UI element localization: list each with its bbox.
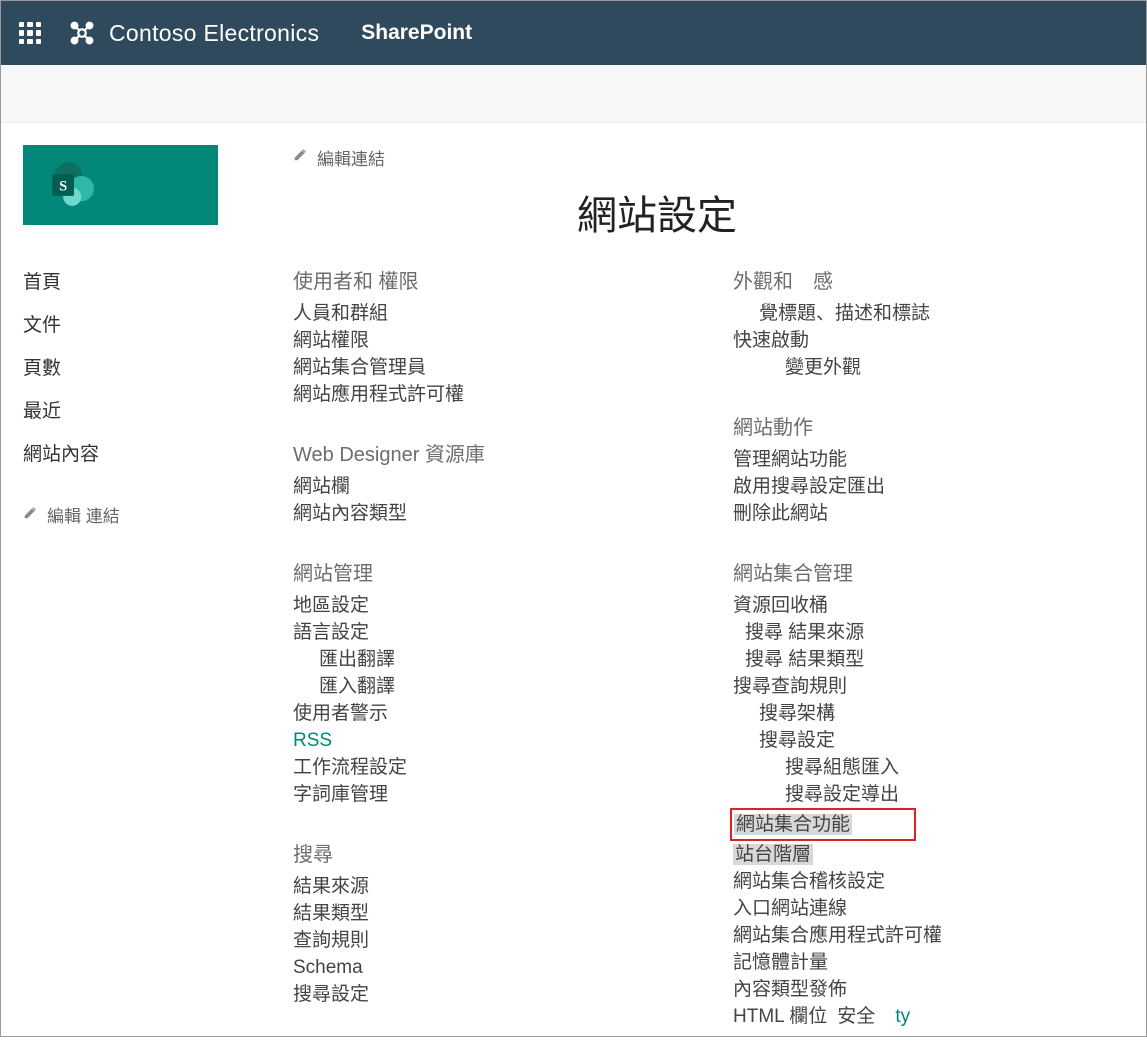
sharepoint-label[interactable]: SharePoint bbox=[361, 21, 472, 45]
site-logo[interactable]: S bbox=[23, 145, 218, 225]
settings-link[interactable]: 使用者警示 bbox=[293, 700, 703, 727]
settings-link[interactable]: 網站應用程式許可權 bbox=[293, 381, 703, 408]
settings-link[interactable]: 匯入翻譯 bbox=[293, 673, 703, 700]
settings-col-right: 外觀和 感覺標題、描述和標誌快速啟動變更外觀網站動作管理網站功能啟用搜尋設定匯出… bbox=[733, 265, 1113, 1060]
settings-link[interactable]: 搜尋查詢規則 bbox=[733, 673, 1113, 700]
settings-link[interactable]: 網站集合管理員 bbox=[293, 354, 703, 381]
sharepoint-icon: S bbox=[45, 156, 103, 214]
settings-link[interactable]: 變更外觀 bbox=[733, 354, 1113, 381]
suite-bar: Contoso Electronics SharePoint bbox=[1, 1, 1146, 65]
settings-category-header: 網站動作 bbox=[733, 411, 1113, 440]
ql-edit-links-label: 編輯 連結 bbox=[47, 502, 120, 527]
settings-category-header: 使用者和 權限 bbox=[293, 265, 703, 294]
page-title: 網站設定 bbox=[577, 183, 1146, 241]
settings-link[interactable]: 結果來源 bbox=[293, 873, 703, 900]
settings-link[interactable]: 工作流程設定 bbox=[293, 754, 703, 781]
ribbon-spacer bbox=[1, 65, 1146, 123]
settings-link-site-collection-features[interactable]: 網站集合功能 bbox=[733, 808, 1113, 841]
settings-link[interactable]: 字詞庫管理 bbox=[293, 781, 703, 808]
settings-category-header: 網站集合管理 bbox=[733, 557, 1113, 586]
settings-category: 搜尋結果來源結果類型查詢規則Schema搜尋設定 bbox=[293, 838, 703, 1008]
settings-category-header: 外觀和 感 bbox=[733, 265, 1113, 294]
ql-contents[interactable]: 網站內容 bbox=[23, 431, 293, 474]
settings-link[interactable]: 內容類型發佈 bbox=[733, 976, 1113, 1003]
top-nav-edit-label: 編輯連結 bbox=[317, 145, 385, 170]
settings-link[interactable]: 搜尋設定 bbox=[293, 981, 703, 1008]
ql-edit-links[interactable]: 編輯 連結 bbox=[23, 502, 293, 527]
settings-link[interactable]: 網站集合稽核設定 bbox=[733, 868, 1113, 895]
app-launcher-button[interactable] bbox=[1, 1, 59, 65]
settings-link[interactable]: 匯出翻譯 bbox=[293, 646, 703, 673]
settings-category: 網站集合管理資源回收桶搜尋 結果來源搜尋 結果類型搜尋查詢規則搜尋架構搜尋設定搜… bbox=[733, 557, 1113, 1030]
settings-link[interactable]: 人員和群組 bbox=[293, 300, 703, 327]
ql-pages[interactable]: 頁數 bbox=[23, 345, 293, 388]
settings-link[interactable]: 網站集合應用程式許可權 bbox=[733, 922, 1113, 949]
settings-link[interactable]: 地區設定 bbox=[293, 592, 703, 619]
settings-link[interactable]: 管理網站功能 bbox=[733, 446, 1113, 473]
settings-link[interactable]: 搜尋設定導出 bbox=[733, 781, 1113, 808]
settings-link[interactable]: Schema bbox=[293, 954, 703, 981]
settings-category-header: Web Designer 資源庫 bbox=[293, 438, 703, 467]
settings-link[interactable]: RSS bbox=[293, 727, 703, 754]
settings-link[interactable]: 刪除此網站 bbox=[733, 500, 1113, 527]
pencil-icon bbox=[23, 505, 37, 525]
settings-link[interactable]: 搜尋組態匯入 bbox=[733, 754, 1113, 781]
settings-category: 網站管理地區設定語言設定匯出翻譯匯入翻譯使用者警示RSS工作流程設定字詞庫管理 bbox=[293, 557, 703, 808]
settings-link[interactable]: 啟用搜尋設定匯出 bbox=[733, 473, 1113, 500]
settings-link[interactable]: 搜尋 結果來源 bbox=[733, 619, 1113, 646]
settings-link[interactable]: 語言設定 bbox=[293, 619, 703, 646]
settings-category: 外觀和 感覺標題、描述和標誌快速啟動變更外觀 bbox=[733, 265, 1113, 381]
settings-category-header: 搜尋 bbox=[293, 838, 703, 867]
settings-link[interactable]: 站台階層 bbox=[733, 841, 1113, 868]
waffle-icon bbox=[19, 22, 41, 44]
ql-recent[interactable]: 最近 bbox=[23, 388, 293, 431]
settings-link[interactable]: 覺標題、描述和標誌 bbox=[733, 300, 1113, 327]
settings-link[interactable]: 資源回收桶 bbox=[733, 592, 1113, 619]
settings-col-left: 使用者和 權限人員和群組網站權限網站集合管理員網站應用程式許可權 Web Desi… bbox=[293, 265, 703, 1060]
settings-link[interactable]: 網站欄 bbox=[293, 473, 703, 500]
settings-link[interactable]: 入口網站連線 bbox=[733, 895, 1113, 922]
ql-docs[interactable]: 文件 bbox=[23, 302, 293, 345]
ql-home[interactable]: 首頁 bbox=[23, 259, 293, 302]
settings-link[interactable]: 搜尋 結果類型 bbox=[733, 646, 1113, 673]
settings-link[interactable]: 查詢規則 bbox=[293, 927, 703, 954]
pencil-icon bbox=[293, 147, 307, 167]
settings-link[interactable]: 網站內容類型 bbox=[293, 500, 703, 527]
settings-category: 網站動作管理網站功能啟用搜尋設定匯出刪除此網站 bbox=[733, 411, 1113, 527]
settings-link[interactable]: 快速啟動 bbox=[733, 327, 1113, 354]
top-nav-edit-links[interactable]: 編輯連結 bbox=[293, 145, 1146, 169]
settings-category: Web Designer 資源庫網站欄網站內容類型 bbox=[293, 438, 703, 527]
settings-category-header: 網站管理 bbox=[293, 557, 703, 586]
settings-link[interactable]: 結果類型 bbox=[293, 900, 703, 927]
svg-text:S: S bbox=[59, 178, 67, 194]
settings-link[interactable]: 記憶體計量 bbox=[733, 949, 1113, 976]
settings-link[interactable]: 網站權限 bbox=[293, 327, 703, 354]
settings-link[interactable]: 搜尋設定 bbox=[733, 727, 1113, 754]
quick-launch-nav: 首頁 文件 頁數 最近 網站內容 bbox=[23, 259, 293, 474]
settings-link[interactable]: HTML 欄位安全ty bbox=[733, 1003, 1113, 1030]
settings-category: 使用者和 權限人員和群組網站權限網站集合管理員網站應用程式許可權 bbox=[293, 265, 703, 408]
settings-link[interactable]: 搜尋架構 bbox=[733, 700, 1113, 727]
org-logo-icon bbox=[67, 18, 97, 48]
org-name[interactable]: Contoso Electronics bbox=[109, 20, 319, 47]
